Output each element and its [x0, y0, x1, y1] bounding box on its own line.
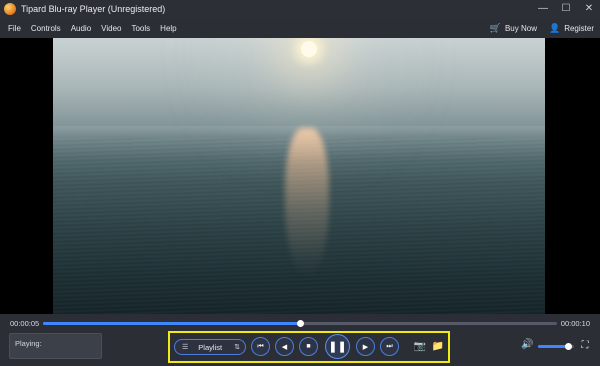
buy-now-link[interactable]: 🛒 Buy Now [490, 23, 537, 34]
stop-icon: ■ [306, 343, 311, 350]
register-label: Register [564, 23, 594, 33]
skip-next-icon: ⏭ [386, 342, 393, 350]
playlist-label: Playlist [198, 342, 223, 352]
menu-controls[interactable]: Controls [31, 24, 61, 33]
playlist-button[interactable]: ☰ Playlist ⇅ [174, 339, 246, 355]
previous-button[interactable]: ⏮ [251, 337, 270, 356]
window-controls: — ☐ ✕ [527, 0, 596, 18]
buy-now-label: Buy Now [504, 23, 537, 33]
rewind-icon: ◀ [281, 343, 288, 351]
maximize-button[interactable]: ☐ [559, 2, 573, 16]
seek-progress [43, 322, 300, 325]
video-sun-reflection [285, 128, 329, 278]
menu-video[interactable]: Video [101, 24, 121, 33]
menu-tools[interactable]: Tools [131, 24, 150, 33]
stop-button[interactable]: ■ [299, 337, 318, 356]
register-link[interactable]: 👤 Register [549, 23, 594, 34]
total-time: 00:00:10 [560, 319, 590, 328]
user-icon: 👤 [548, 22, 561, 33]
skip-previous-icon: ⏮ [257, 342, 264, 350]
open-folder-button[interactable]: 📁 [431, 339, 445, 353]
volume-level [538, 345, 569, 348]
forward-button[interactable]: ▶ [356, 337, 375, 356]
menu-file[interactable]: File [8, 24, 21, 33]
minimize-button[interactable]: — [536, 2, 550, 16]
fullscreen-icon: ⛶ [581, 339, 589, 351]
now-playing-label: Playing: [15, 339, 42, 348]
seek-bar[interactable] [43, 320, 557, 327]
volume-icon[interactable]: 🔊 [521, 339, 533, 350]
now-playing-box: Playing: [9, 333, 102, 359]
close-button[interactable]: ✕ [582, 2, 596, 16]
current-time: 00:00:05 [10, 319, 40, 328]
seek-thumb[interactable] [296, 320, 304, 327]
cart-icon: 🛒 [489, 22, 501, 33]
menu-help[interactable]: Help [160, 24, 176, 33]
folder-icon: 📁 [431, 340, 445, 352]
menu-bar: File Controls Audio Video Tools Help 🛒 B… [0, 18, 600, 38]
pause-button[interactable]: ❚❚ [325, 334, 350, 359]
video-frame [53, 38, 545, 314]
next-button[interactable]: ⏭ [380, 337, 399, 356]
sort-icon[interactable]: ⇅ [234, 343, 240, 351]
window-title: Tipard Blu-ray Player (Unregistered) [21, 4, 166, 14]
camera-icon: 📷 [413, 340, 427, 352]
menu-audio[interactable]: Audio [71, 24, 91, 33]
seek-row: 00:00:05 00:00:10 [0, 314, 600, 332]
video-area[interactable] [0, 38, 600, 314]
fast-forward-icon: ▶ [362, 343, 369, 351]
playlist-icon: ☰ [182, 344, 189, 351]
app-logo-icon [4, 3, 16, 15]
volume-slider[interactable] [538, 343, 574, 350]
rewind-button[interactable]: ◀ [275, 337, 294, 356]
title-bar: Tipard Blu-ray Player (Unregistered) — ☐… [0, 0, 600, 18]
fullscreen-button[interactable]: ⛶ [579, 339, 591, 351]
video-sun [301, 41, 317, 57]
pause-icon: ❚❚ [328, 341, 347, 353]
snapshot-button[interactable]: 📷 [413, 339, 427, 353]
